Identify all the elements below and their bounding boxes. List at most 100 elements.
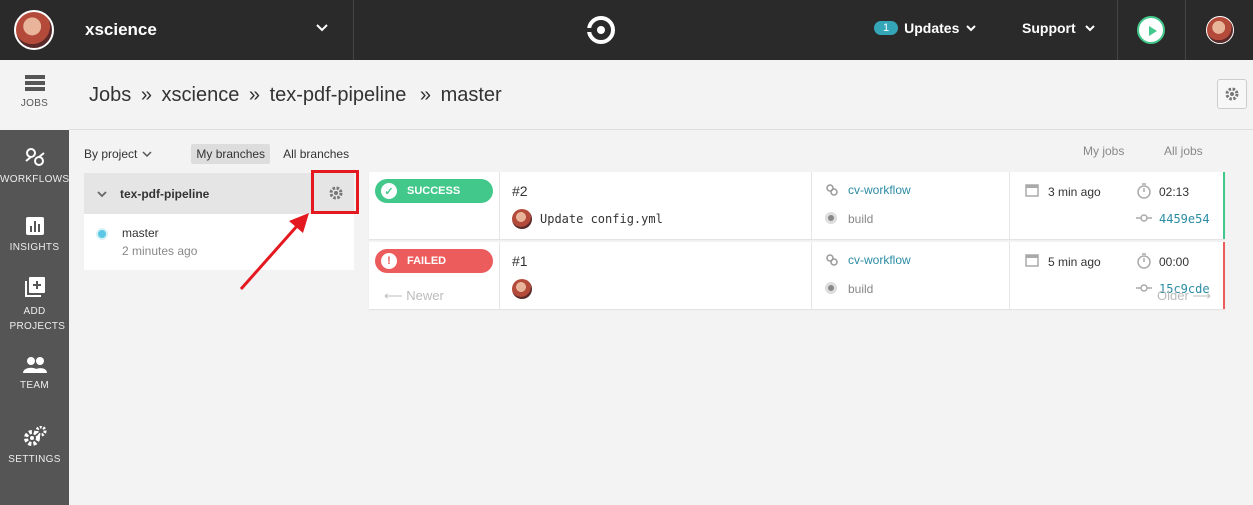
status-badge[interactable]: ✓ SUCCESS	[375, 179, 493, 203]
job-row[interactable]: ! FAILED #1 cv-workflow build 5 min ago …	[369, 242, 1225, 309]
my-branches-toggle[interactable]: My branches	[191, 144, 271, 164]
older-link[interactable]: Older ⟶	[1157, 288, 1211, 304]
workflow-icon	[826, 254, 838, 266]
workflows-icon	[24, 148, 45, 166]
commit-icon	[1136, 214, 1152, 222]
sidebar-item-label: WORKFLOWS	[0, 174, 70, 185]
divider	[353, 0, 354, 60]
by-project-label: By project	[84, 147, 138, 161]
build-job-icon	[825, 212, 837, 224]
calendar-icon	[1025, 184, 1039, 197]
sidebar-item-label: JOBS	[20, 98, 49, 109]
breadcrumb-separator: »	[248, 84, 260, 106]
job-number[interactable]: #1	[512, 253, 528, 269]
breadcrumb: Jobs » xscience » tex-pdf-pipeline » mas…	[89, 84, 506, 107]
commit-message: Update config.yml	[540, 212, 663, 226]
support-menu[interactable]: Support	[1022, 20, 1096, 36]
branch-name: master	[122, 226, 159, 240]
check-icon: ✓	[381, 183, 397, 199]
by-project-dropdown[interactable]: By project	[84, 147, 153, 161]
my-jobs-toggle[interactable]: My jobs	[1083, 144, 1124, 158]
sidebar-item-label: INSIGHTS	[9, 242, 60, 253]
commit-author-avatar	[512, 209, 532, 229]
divider	[1117, 0, 1118, 60]
timer-icon	[1137, 183, 1151, 199]
chevron-down-icon	[142, 151, 152, 158]
jobs-icon	[24, 75, 45, 91]
sidebar-item-settings[interactable]: SETTINGS	[0, 426, 69, 465]
breadcrumb-jobs[interactable]: Jobs	[89, 84, 131, 106]
workflow-icon	[826, 184, 838, 196]
page-header: Jobs » xscience » tex-pdf-pipeline » mas…	[69, 60, 1253, 130]
sidebar-item-label: ADD PROJECTS	[9, 306, 66, 332]
status-label: SUCCESS	[407, 185, 461, 197]
sidebar-item-add-projects[interactable]: ADD PROJECTS	[0, 276, 69, 334]
status-label: FAILED	[407, 255, 447, 267]
gear-icon	[1225, 87, 1239, 101]
divider	[811, 172, 812, 239]
duration: 02:13	[1159, 185, 1190, 199]
commit-author-avatar	[512, 279, 532, 299]
time-ago: 5 min ago	[1048, 255, 1101, 269]
sidebar-item-label: TEAM	[20, 380, 49, 391]
circleci-logo-icon[interactable]	[586, 15, 616, 45]
chevron-down-icon[interactable]	[315, 20, 329, 34]
sidebar: JOBS WORKFLOWS INSIGHTS ADD PROJECTS TEA…	[0, 60, 69, 505]
content-area: By project My branches All branches My j…	[69, 131, 1253, 505]
header-settings-button[interactable]	[1217, 79, 1247, 109]
workflow-link[interactable]: cv-workflow	[848, 183, 911, 197]
sidebar-item-label: SETTINGS	[8, 454, 61, 465]
main-area: Jobs » xscience » tex-pdf-pipeline » mas…	[69, 60, 1253, 505]
chevron-down-icon[interactable]	[96, 189, 108, 199]
sidebar-item-jobs[interactable]: JOBS	[0, 60, 69, 130]
breadcrumb-branch: master	[440, 84, 502, 106]
jobs-list: ✓ SUCCESS #2 Update config.yml cv-workfl…	[369, 172, 1225, 312]
divider	[811, 242, 812, 309]
duration: 00:00	[1159, 255, 1190, 269]
job-number[interactable]: #2	[512, 183, 528, 199]
job-row[interactable]: ✓ SUCCESS #2 Update config.yml cv-workfl…	[369, 172, 1225, 239]
branch-time: 2 minutes ago	[122, 244, 198, 258]
top-bar: xscience 1 Updates Support	[0, 0, 1253, 60]
status-badge[interactable]: ! FAILED	[375, 249, 493, 273]
alert-icon: !	[381, 253, 397, 269]
commit-icon	[1136, 284, 1152, 292]
breadcrumb-separator: »	[419, 84, 431, 106]
updates-label: Updates	[904, 20, 960, 36]
chevron-down-icon	[1084, 25, 1095, 32]
sidebar-item-workflows[interactable]: WORKFLOWS	[0, 146, 69, 185]
insights-icon	[25, 217, 44, 235]
org-name[interactable]: xscience	[85, 20, 157, 40]
updates-menu[interactable]: 1 Updates	[874, 20, 977, 36]
support-label: Support	[1022, 20, 1076, 36]
all-jobs-toggle[interactable]: All jobs	[1164, 144, 1203, 158]
status-indicator-icon[interactable]	[1137, 16, 1165, 44]
time-ago: 3 min ago	[1048, 185, 1101, 199]
divider	[1185, 0, 1186, 60]
add-projects-icon	[24, 277, 45, 297]
project-name[interactable]: tex-pdf-pipeline	[120, 187, 209, 201]
breadcrumb-org[interactable]: xscience	[162, 84, 240, 106]
updates-count-badge: 1	[874, 21, 899, 35]
commit-sha-link[interactable]: 4459e54	[1159, 212, 1210, 226]
branch-status-dot	[96, 228, 108, 240]
user-avatar[interactable]	[1206, 16, 1234, 44]
divider	[1009, 242, 1010, 309]
timer-icon	[1137, 253, 1151, 269]
job-name: build	[848, 282, 874, 296]
sidebar-item-insights[interactable]: INSIGHTS	[0, 216, 69, 253]
org-avatar[interactable]	[14, 10, 54, 50]
build-job-icon	[825, 282, 837, 294]
newer-link[interactable]: ⟵ Newer	[384, 288, 444, 304]
divider	[499, 172, 500, 239]
job-name: build	[848, 212, 874, 226]
breadcrumb-project[interactable]: tex-pdf-pipeline	[270, 84, 407, 106]
calendar-icon	[1025, 254, 1039, 267]
divider	[1009, 172, 1010, 239]
workflow-link[interactable]: cv-workflow	[848, 253, 911, 267]
highlight-box	[311, 170, 359, 214]
divider	[499, 242, 500, 309]
annotation-arrow-icon	[239, 213, 309, 290]
all-branches-toggle[interactable]: All branches	[278, 144, 354, 164]
sidebar-item-team[interactable]: TEAM	[0, 356, 69, 391]
